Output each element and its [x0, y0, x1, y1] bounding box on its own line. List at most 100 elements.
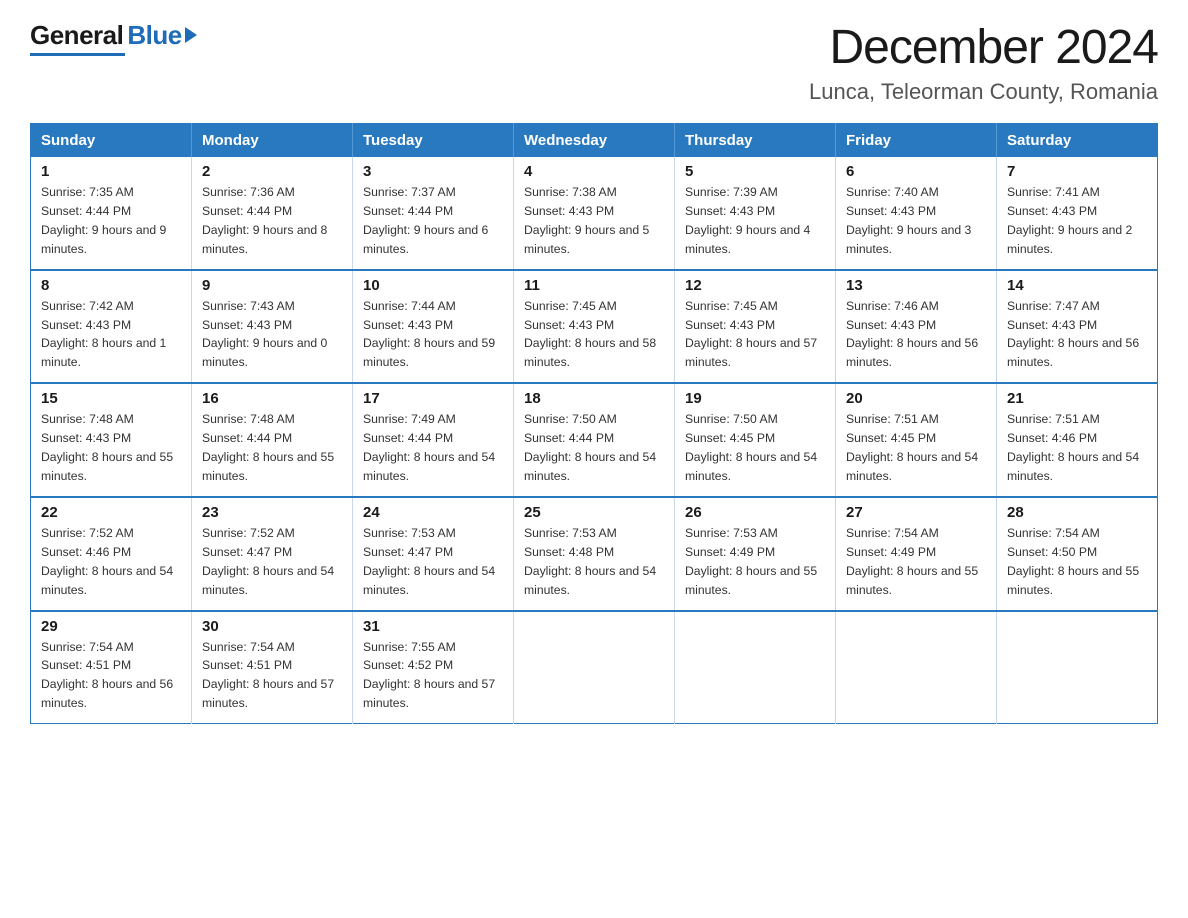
calendar-cell: [514, 611, 675, 724]
day-info: Sunrise: 7:44 AMSunset: 4:43 PMDaylight:…: [363, 299, 495, 370]
col-thursday: Thursday: [675, 124, 836, 158]
day-info: Sunrise: 7:46 AMSunset: 4:43 PMDaylight:…: [846, 299, 978, 370]
day-number: 12: [685, 277, 825, 294]
calendar-table: Sunday Monday Tuesday Wednesday Thursday…: [30, 123, 1158, 724]
calendar-cell: 31 Sunrise: 7:55 AMSunset: 4:52 PMDaylig…: [353, 611, 514, 724]
day-info: Sunrise: 7:43 AMSunset: 4:43 PMDaylight:…: [202, 299, 327, 370]
day-info: Sunrise: 7:50 AMSunset: 4:44 PMDaylight:…: [524, 412, 656, 483]
day-number: 26: [685, 504, 825, 521]
logo-underline: [30, 53, 125, 56]
subtitle: Lunca, Teleorman County, Romania: [809, 79, 1158, 105]
calendar-cell: 19 Sunrise: 7:50 AMSunset: 4:45 PMDaylig…: [675, 383, 836, 497]
day-info: Sunrise: 7:53 AMSunset: 4:47 PMDaylight:…: [363, 526, 495, 597]
calendar-cell: 26 Sunrise: 7:53 AMSunset: 4:49 PMDaylig…: [675, 497, 836, 611]
col-saturday: Saturday: [997, 124, 1158, 158]
calendar-cell: 22 Sunrise: 7:52 AMSunset: 4:46 PMDaylig…: [31, 497, 192, 611]
calendar-cell: 3 Sunrise: 7:37 AMSunset: 4:44 PMDayligh…: [353, 157, 514, 270]
day-info: Sunrise: 7:37 AMSunset: 4:44 PMDaylight:…: [363, 185, 488, 256]
col-tuesday: Tuesday: [353, 124, 514, 158]
day-number: 4: [524, 163, 664, 180]
day-number: 2: [202, 163, 342, 180]
day-number: 15: [41, 390, 181, 407]
calendar-cell: 8 Sunrise: 7:42 AMSunset: 4:43 PMDayligh…: [31, 270, 192, 384]
day-info: Sunrise: 7:55 AMSunset: 4:52 PMDaylight:…: [363, 640, 495, 711]
day-number: 30: [202, 618, 342, 635]
day-number: 16: [202, 390, 342, 407]
day-info: Sunrise: 7:45 AMSunset: 4:43 PMDaylight:…: [685, 299, 817, 370]
day-number: 5: [685, 163, 825, 180]
calendar-cell: 6 Sunrise: 7:40 AMSunset: 4:43 PMDayligh…: [836, 157, 997, 270]
calendar-cell: 23 Sunrise: 7:52 AMSunset: 4:47 PMDaylig…: [192, 497, 353, 611]
calendar-cell: [675, 611, 836, 724]
day-info: Sunrise: 7:54 AMSunset: 4:51 PMDaylight:…: [41, 640, 173, 711]
calendar-cell: 13 Sunrise: 7:46 AMSunset: 4:43 PMDaylig…: [836, 270, 997, 384]
day-number: 3: [363, 163, 503, 180]
calendar-cell: 15 Sunrise: 7:48 AMSunset: 4:43 PMDaylig…: [31, 383, 192, 497]
day-info: Sunrise: 7:39 AMSunset: 4:43 PMDaylight:…: [685, 185, 810, 256]
day-number: 20: [846, 390, 986, 407]
day-number: 9: [202, 277, 342, 294]
calendar-week-4: 22 Sunrise: 7:52 AMSunset: 4:46 PMDaylig…: [31, 497, 1158, 611]
calendar-cell: 18 Sunrise: 7:50 AMSunset: 4:44 PMDaylig…: [514, 383, 675, 497]
day-number: 23: [202, 504, 342, 521]
logo-triangle-icon: [185, 27, 197, 43]
day-info: Sunrise: 7:54 AMSunset: 4:49 PMDaylight:…: [846, 526, 978, 597]
day-number: 28: [1007, 504, 1147, 521]
calendar-cell: [997, 611, 1158, 724]
col-sunday: Sunday: [31, 124, 192, 158]
day-info: Sunrise: 7:38 AMSunset: 4:43 PMDaylight:…: [524, 185, 649, 256]
day-number: 24: [363, 504, 503, 521]
calendar-week-5: 29 Sunrise: 7:54 AMSunset: 4:51 PMDaylig…: [31, 611, 1158, 724]
day-info: Sunrise: 7:51 AMSunset: 4:45 PMDaylight:…: [846, 412, 978, 483]
logo-general-text: General: [30, 20, 123, 51]
day-info: Sunrise: 7:51 AMSunset: 4:46 PMDaylight:…: [1007, 412, 1139, 483]
day-number: 7: [1007, 163, 1147, 180]
day-info: Sunrise: 7:41 AMSunset: 4:43 PMDaylight:…: [1007, 185, 1132, 256]
calendar-week-1: 1 Sunrise: 7:35 AMSunset: 4:44 PMDayligh…: [31, 157, 1158, 270]
calendar-cell: 24 Sunrise: 7:53 AMSunset: 4:47 PMDaylig…: [353, 497, 514, 611]
calendar-cell: 16 Sunrise: 7:48 AMSunset: 4:44 PMDaylig…: [192, 383, 353, 497]
calendar-cell: 17 Sunrise: 7:49 AMSunset: 4:44 PMDaylig…: [353, 383, 514, 497]
day-number: 17: [363, 390, 503, 407]
calendar-cell: 21 Sunrise: 7:51 AMSunset: 4:46 PMDaylig…: [997, 383, 1158, 497]
day-info: Sunrise: 7:47 AMSunset: 4:43 PMDaylight:…: [1007, 299, 1139, 370]
day-number: 6: [846, 163, 986, 180]
day-info: Sunrise: 7:36 AMSunset: 4:44 PMDaylight:…: [202, 185, 327, 256]
day-info: Sunrise: 7:35 AMSunset: 4:44 PMDaylight:…: [41, 185, 166, 256]
page: General Blue December 2024 Lunca, Teleor…: [0, 0, 1188, 918]
day-info: Sunrise: 7:42 AMSunset: 4:43 PMDaylight:…: [41, 299, 166, 370]
day-number: 27: [846, 504, 986, 521]
calendar-cell: 2 Sunrise: 7:36 AMSunset: 4:44 PMDayligh…: [192, 157, 353, 270]
main-title: December 2024: [809, 20, 1158, 75]
day-number: 1: [41, 163, 181, 180]
day-number: 29: [41, 618, 181, 635]
calendar-cell: 25 Sunrise: 7:53 AMSunset: 4:48 PMDaylig…: [514, 497, 675, 611]
calendar-cell: 29 Sunrise: 7:54 AMSunset: 4:51 PMDaylig…: [31, 611, 192, 724]
header: General Blue December 2024 Lunca, Teleor…: [30, 20, 1158, 105]
col-friday: Friday: [836, 124, 997, 158]
calendar-cell: 11 Sunrise: 7:45 AMSunset: 4:43 PMDaylig…: [514, 270, 675, 384]
day-number: 13: [846, 277, 986, 294]
day-number: 19: [685, 390, 825, 407]
day-number: 18: [524, 390, 664, 407]
calendar-cell: 9 Sunrise: 7:43 AMSunset: 4:43 PMDayligh…: [192, 270, 353, 384]
day-info: Sunrise: 7:48 AMSunset: 4:43 PMDaylight:…: [41, 412, 173, 483]
col-wednesday: Wednesday: [514, 124, 675, 158]
day-number: 14: [1007, 277, 1147, 294]
day-info: Sunrise: 7:45 AMSunset: 4:43 PMDaylight:…: [524, 299, 656, 370]
calendar-week-3: 15 Sunrise: 7:48 AMSunset: 4:43 PMDaylig…: [31, 383, 1158, 497]
calendar-header-row: Sunday Monday Tuesday Wednesday Thursday…: [31, 124, 1158, 158]
logo: General Blue: [30, 20, 197, 56]
logo-blue-text: Blue: [127, 20, 181, 51]
calendar-week-2: 8 Sunrise: 7:42 AMSunset: 4:43 PMDayligh…: [31, 270, 1158, 384]
day-info: Sunrise: 7:40 AMSunset: 4:43 PMDaylight:…: [846, 185, 971, 256]
calendar-cell: 4 Sunrise: 7:38 AMSunset: 4:43 PMDayligh…: [514, 157, 675, 270]
calendar-cell: 5 Sunrise: 7:39 AMSunset: 4:43 PMDayligh…: [675, 157, 836, 270]
day-info: Sunrise: 7:52 AMSunset: 4:47 PMDaylight:…: [202, 526, 334, 597]
day-number: 22: [41, 504, 181, 521]
day-number: 31: [363, 618, 503, 635]
day-info: Sunrise: 7:53 AMSunset: 4:49 PMDaylight:…: [685, 526, 817, 597]
day-info: Sunrise: 7:54 AMSunset: 4:51 PMDaylight:…: [202, 640, 334, 711]
day-info: Sunrise: 7:53 AMSunset: 4:48 PMDaylight:…: [524, 526, 656, 597]
day-number: 10: [363, 277, 503, 294]
